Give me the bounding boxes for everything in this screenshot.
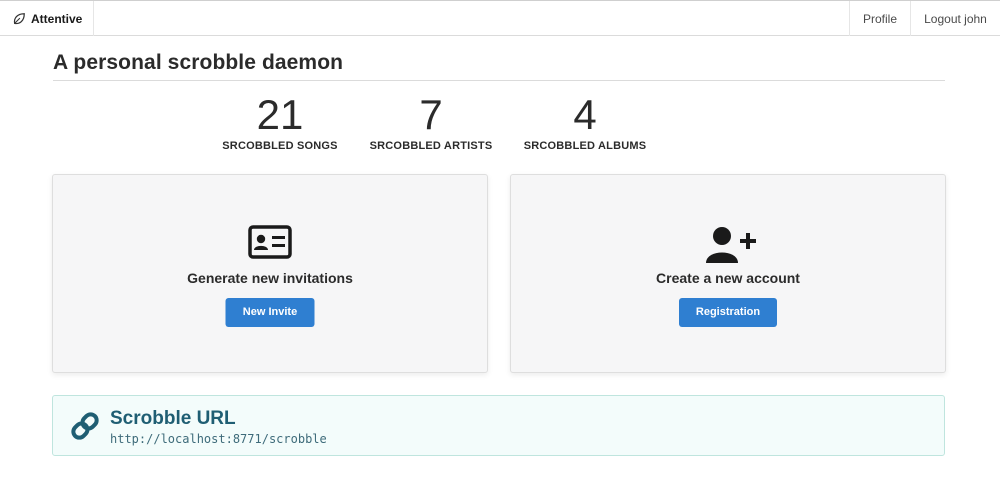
registration-button[interactable]: Registration [679, 298, 777, 327]
link-icon [71, 412, 99, 440]
scrobble-url-notice: Scrobble URL http://localhost:8771/scrob… [52, 395, 945, 456]
stat-artists: 7 SRCOBBLED ARTISTS [366, 92, 496, 152]
stat-albums-label: SRCOBBLED ALBUMS [523, 140, 647, 152]
stat-songs-label: SRCOBBLED SONGS [222, 140, 338, 152]
scrobble-url-value: http://localhost:8771/scrobble [110, 432, 327, 446]
stat-artists-label: SRCOBBLED ARTISTS [369, 140, 493, 152]
invite-card: Generate new invitations New Invite [52, 174, 488, 373]
stat-albums: 4 SRCOBBLED ALBUMS [520, 92, 650, 152]
top-navbar: Attentive Profile Logout john [0, 0, 1000, 36]
stat-songs: 21 SRCOBBLED SONGS [220, 92, 340, 152]
stat-songs-value: 21 [256, 91, 304, 138]
page-title: A personal scrobble daemon [53, 51, 344, 74]
stat-artists-value: 7 [419, 91, 443, 138]
title-divider [53, 80, 945, 81]
leaf-icon [13, 12, 25, 24]
account-card-title: Create a new account [656, 270, 800, 286]
id-card-icon [248, 225, 292, 259]
nav-logout-link[interactable]: Logout john [910, 1, 1000, 36]
brand-label: Attentive [31, 11, 83, 26]
brand-link[interactable]: Attentive [0, 1, 94, 36]
stat-albums-value: 4 [573, 91, 597, 138]
new-invite-button[interactable]: New Invite [225, 298, 315, 327]
nav-profile-link[interactable]: Profile [849, 1, 910, 36]
account-card: Create a new account Registration [510, 174, 946, 373]
scrobble-url-title: Scrobble URL [110, 408, 236, 429]
invite-card-title: Generate new invitations [187, 270, 353, 286]
user-plus-icon [706, 227, 756, 263]
